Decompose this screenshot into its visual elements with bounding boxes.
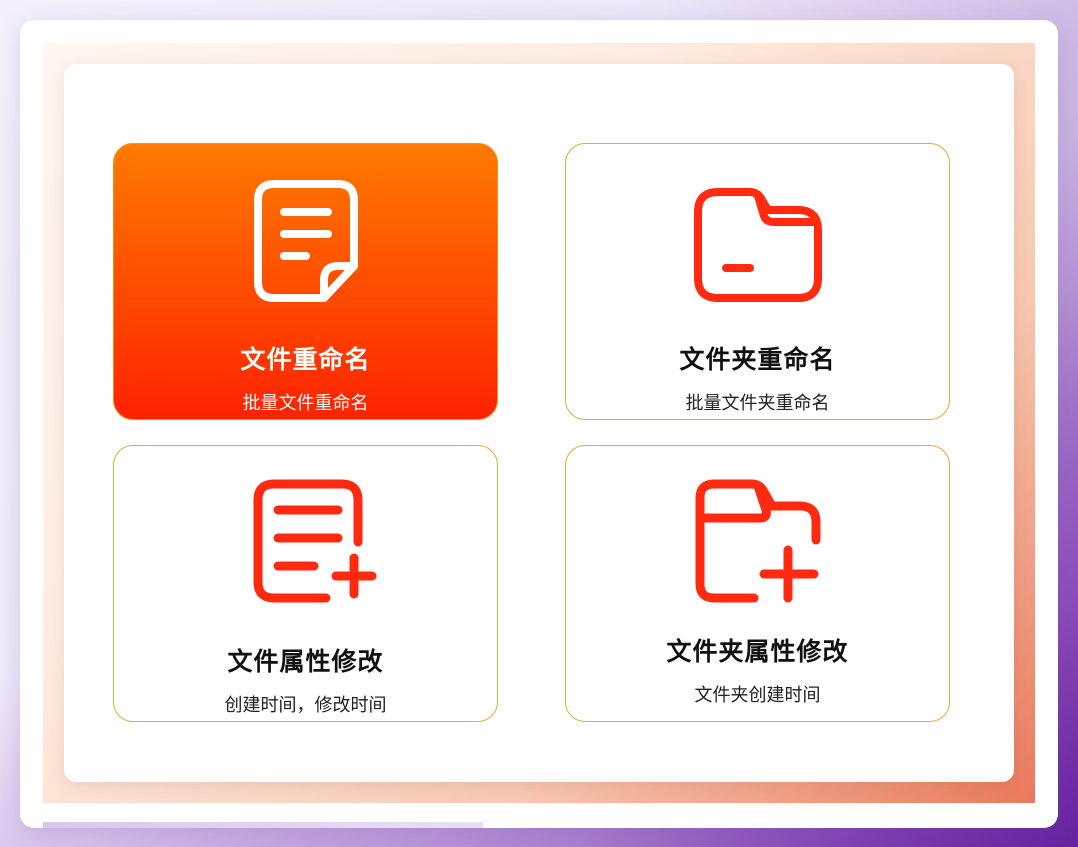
panel-glow-bottom bbox=[43, 822, 483, 828]
card-description: 批量文件重命名 bbox=[242, 393, 369, 413]
card-title: 文件夹属性修改 bbox=[666, 638, 849, 666]
card-description: 创建时间，修改时间 bbox=[224, 695, 387, 715]
card-file-attribute-edit[interactable]: 文件属性修改 创建时间，修改时间 bbox=[113, 445, 498, 722]
card-description: 文件夹创建时间 bbox=[694, 685, 821, 705]
card-file-rename[interactable]: 文件重命名 批量文件重命名 bbox=[113, 143, 498, 420]
card-title: 文件夹重命名 bbox=[679, 346, 836, 374]
card-folder-rename[interactable]: 文件夹重命名 批量文件夹重命名 bbox=[565, 143, 950, 420]
card-folder-attribute-edit[interactable]: 文件夹属性修改 文件夹创建时间 bbox=[565, 445, 950, 722]
tool-selection-panel: 文件重命名 批量文件重命名 文件夹重命名 批量文件夹重命名 文件属性修改 创建时… bbox=[64, 64, 1014, 782]
app-window: 文件重命名 批量文件重命名 文件夹重命名 批量文件夹重命名 文件属性修改 创建时… bbox=[20, 20, 1058, 828]
document-add-icon bbox=[253, 479, 376, 603]
folder-add-icon bbox=[695, 479, 820, 603]
card-title: 文件重命名 bbox=[240, 346, 371, 374]
card-title: 文件属性修改 bbox=[227, 648, 384, 676]
folder-icon bbox=[693, 188, 822, 302]
card-description: 批量文件夹重命名 bbox=[685, 393, 830, 413]
document-icon bbox=[253, 180, 358, 302]
